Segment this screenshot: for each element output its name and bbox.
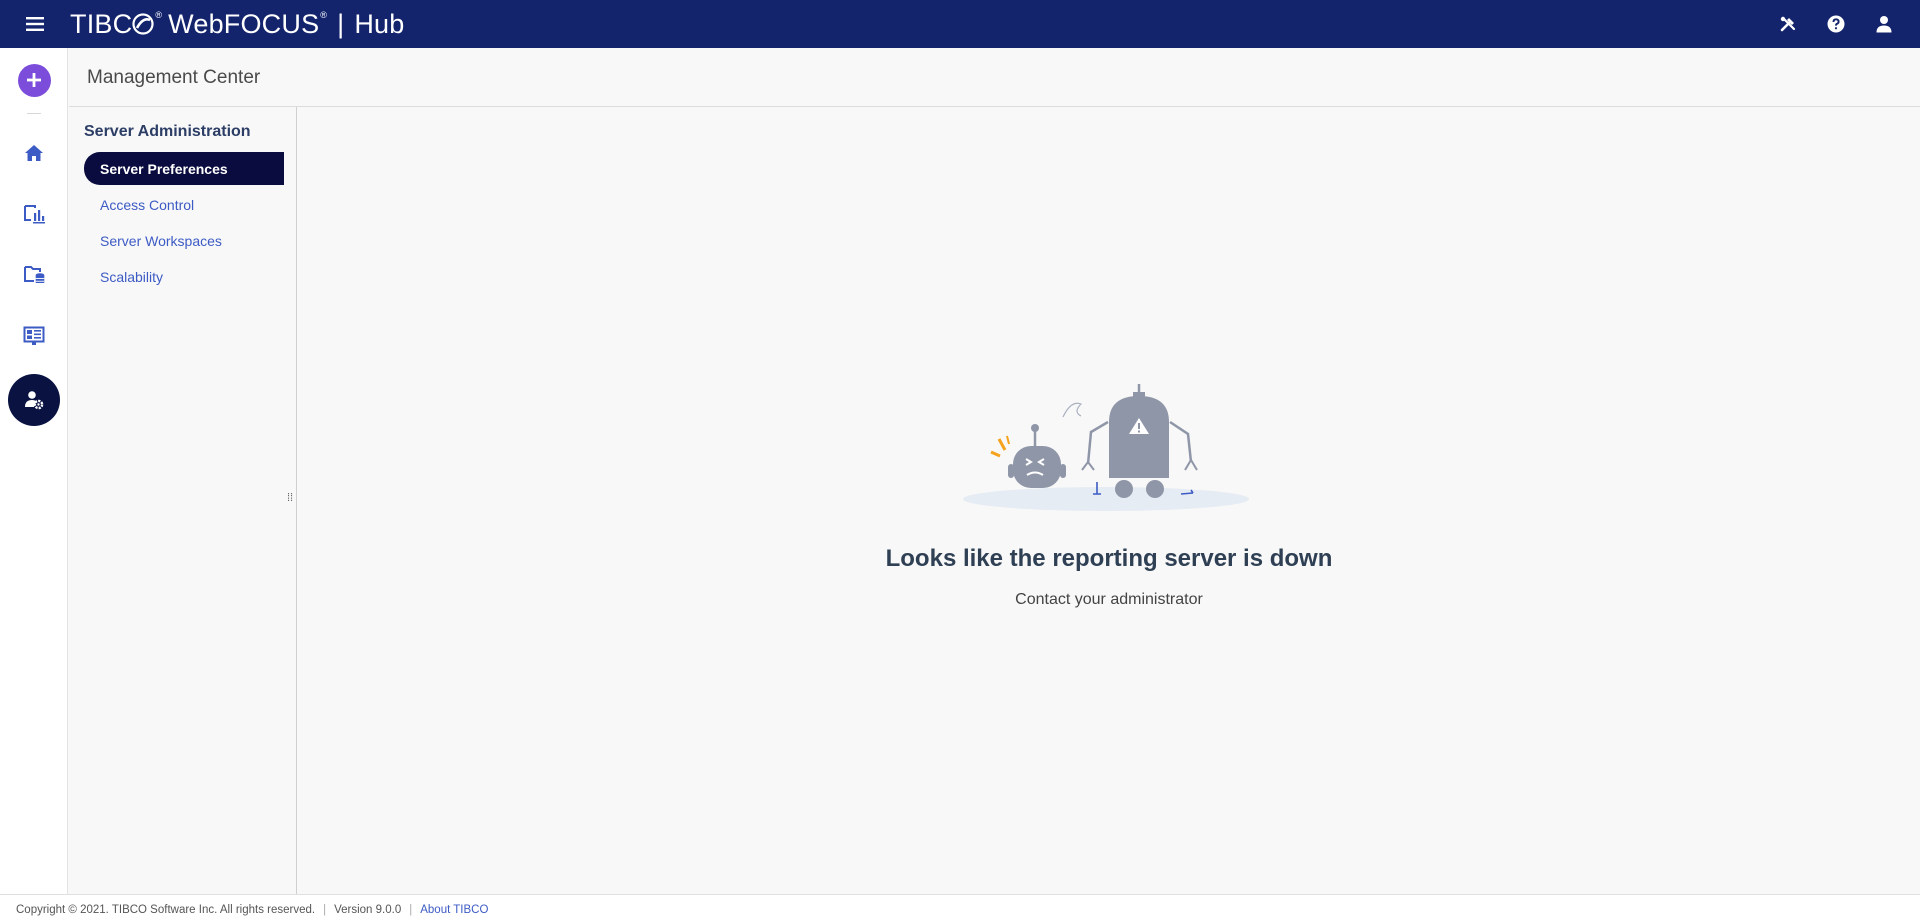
svg-text:z: z xyxy=(1044,445,1048,454)
admin-user-gear-icon xyxy=(8,374,60,426)
create-button[interactable] xyxy=(0,56,68,104)
brand-registered: ® xyxy=(155,10,163,20)
brand-hub: Hub xyxy=(354,8,405,39)
resize-grip-icon[interactable]: ⁞⁞ xyxy=(287,493,293,504)
page-title: Management Center xyxy=(87,67,261,88)
copyright-text: Copyright © 2021. TIBCO Software Inc. Al… xyxy=(16,903,316,916)
portal-icon xyxy=(23,326,45,345)
menu-icon[interactable] xyxy=(0,0,70,48)
footer-separator: | xyxy=(323,903,327,916)
plus-icon xyxy=(17,63,51,97)
brand-registered-2: ® xyxy=(320,10,328,20)
brand-product: WebFOCUS xyxy=(168,8,320,39)
version-text: Version 9.0.0 xyxy=(334,903,402,916)
brand-logo: TIBC ® WebFOCUS ® | Hub xyxy=(70,9,405,40)
nav-section-title: Server Administration xyxy=(84,123,251,140)
page-header: Management Center xyxy=(69,48,1920,107)
footer: Copyright © 2021. TIBCO Software Inc. Al… xyxy=(0,894,1920,924)
user-icon[interactable] xyxy=(1860,0,1908,48)
brand-separator: | xyxy=(337,8,345,39)
left-rail xyxy=(0,48,68,894)
about-tibco-link[interactable]: About TIBCO xyxy=(420,904,488,916)
top-actions xyxy=(1764,0,1920,48)
management-center-button[interactable] xyxy=(0,372,68,428)
brand-tibco: TIBC xyxy=(70,8,133,39)
error-title: Looks like the reporting server is down xyxy=(885,545,1333,572)
main-content: z Looks like the reporting server is dow… xyxy=(298,107,1920,894)
rail-divider xyxy=(27,113,41,114)
workspaces-chart-icon xyxy=(24,205,45,224)
data-folder-icon xyxy=(24,266,45,283)
tibco-ball-icon xyxy=(132,13,154,35)
data-button[interactable] xyxy=(0,251,68,299)
footer-separator-2: | xyxy=(409,903,413,916)
error-subtitle: Contact your administrator xyxy=(1015,591,1203,608)
nav-item-access-control[interactable]: Access Control xyxy=(84,188,284,221)
nav-item-server-workspaces[interactable]: Server Workspaces xyxy=(84,224,284,257)
robots-illustration: z xyxy=(963,384,1249,511)
help-icon[interactable] xyxy=(1812,0,1860,48)
top-bar: TIBC ® WebFOCUS ® | Hub xyxy=(0,0,1920,48)
home-button[interactable] xyxy=(0,129,68,177)
home-icon xyxy=(25,145,43,161)
nav-item-scalability[interactable]: Scalability xyxy=(84,260,284,293)
server-admin-nav: Server Administration Server Preferences… xyxy=(69,107,297,894)
nav-item-server-preferences[interactable]: Server Preferences xyxy=(84,152,284,185)
workspaces-button[interactable] xyxy=(0,190,68,238)
portal-button[interactable] xyxy=(0,312,68,360)
tools-icon[interactable] xyxy=(1764,0,1812,48)
